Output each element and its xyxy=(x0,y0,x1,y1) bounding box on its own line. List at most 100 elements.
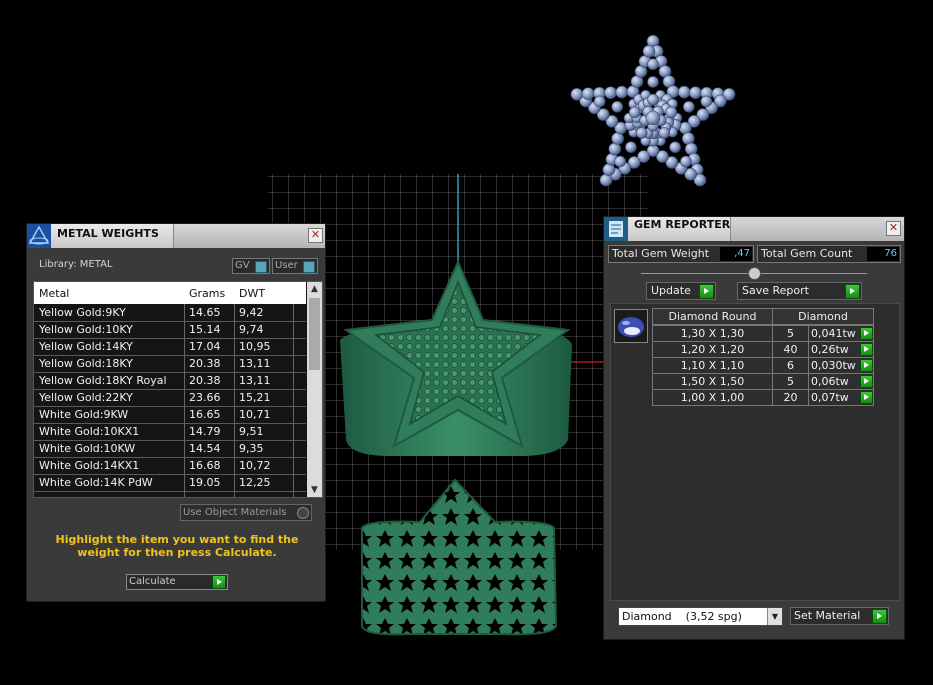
gem-reporter-titlebar[interactable]: GEM REPORTER ✕ xyxy=(604,217,904,241)
gem-stone xyxy=(642,44,656,58)
cell-dwt: 10,72 xyxy=(239,459,271,472)
row-divider xyxy=(34,491,306,492)
gem-cell-count: 5 xyxy=(772,373,809,390)
cell-metal: White Gold:10KW xyxy=(39,442,136,455)
table-row[interactable]: White Gold:9KW 16.65 10,71 xyxy=(34,407,306,423)
gem-cell-count: 5 xyxy=(772,325,809,342)
column-header-shape: Diamond Round xyxy=(652,308,773,325)
table-row[interactable]: Yellow Gold:22KY 23.66 15,21 xyxy=(34,390,306,406)
panel-title: GEM REPORTER xyxy=(634,218,731,231)
table-row[interactable]: White Gold:10KW 14.54 9,35 xyxy=(34,441,306,457)
gem-stone xyxy=(684,142,698,156)
toggle-knob-icon xyxy=(303,261,315,273)
calculate-button[interactable]: Calculate xyxy=(126,574,228,590)
material-select[interactable]: Diamond (3,52 spg) ▼ xyxy=(618,607,783,626)
gem-cell-count: 6 xyxy=(772,357,809,374)
splitter-handle[interactable] xyxy=(748,267,761,280)
cell-grams: 14.54 xyxy=(189,442,221,455)
cell-grams: 20.38 xyxy=(189,357,221,370)
select-gem-button[interactable] xyxy=(860,343,873,356)
scroll-thumb[interactable] xyxy=(309,298,320,370)
column-header-grams[interactable]: Grams xyxy=(189,287,225,300)
table-scrollbar[interactable]: ▲ ▼ xyxy=(307,282,322,497)
set-material-button[interactable]: Set Material xyxy=(790,607,889,625)
instruction-text: Highlight the item you want to find the … xyxy=(55,533,299,559)
gem-stone xyxy=(682,101,695,113)
use-object-materials-label: Use Object Materials xyxy=(183,507,287,518)
total-gem-weight-value: ,47 xyxy=(720,247,752,261)
select-gem-button[interactable] xyxy=(860,391,873,404)
cell-metal: Yellow Gold:9KY xyxy=(39,306,126,319)
close-icon: ✕ xyxy=(310,228,321,241)
user-toggle[interactable]: User xyxy=(272,258,318,274)
column-header-material: Diamond xyxy=(772,308,874,325)
update-button[interactable]: Update xyxy=(646,282,716,300)
gem-stone xyxy=(628,106,641,119)
column-header-dwt[interactable]: DWT xyxy=(239,287,265,300)
metal-weights-titlebar[interactable]: METAL WEIGHTS ✕ xyxy=(27,224,325,248)
cell-metal: Yellow Gold:14KY xyxy=(39,340,133,353)
table-row[interactable]: Yellow Gold:18KY 20.38 13,11 xyxy=(34,356,306,372)
library-label: Library: METAL xyxy=(39,259,113,270)
gem-cell-weight-text: 0,030tw xyxy=(811,359,856,372)
column-divider xyxy=(184,304,185,497)
gem-cell-weight: 0,030tw xyxy=(808,357,874,374)
save-report-button[interactable]: Save Report xyxy=(737,282,862,300)
total-gem-count-label: Total Gem Count xyxy=(761,247,853,260)
gem-cell-weight: 0,07tw xyxy=(808,389,874,406)
cell-dwt: 10,95 xyxy=(239,340,271,353)
select-gem-button[interactable] xyxy=(860,375,873,388)
table-row[interactable]: White Gold:14KX1 16.68 10,72 xyxy=(34,458,306,474)
gem-stone xyxy=(581,87,595,100)
column-divider xyxy=(234,304,235,497)
gem-stone xyxy=(700,95,713,108)
close-button[interactable]: ✕ xyxy=(308,228,323,243)
cell-dwt: 13,11 xyxy=(239,374,271,387)
table-row[interactable]: Yellow Gold:9KY 14.65 9,42 xyxy=(34,305,306,321)
pyramid-icon xyxy=(27,224,51,248)
scroll-down-icon[interactable]: ▼ xyxy=(307,483,322,497)
gem-stone xyxy=(658,127,671,139)
gem-cell-weight-text: 0,07tw xyxy=(811,391,849,404)
table-row[interactable]: Yellow Gold:10KY 15.14 9,74 xyxy=(34,322,306,338)
cell-dwt: 9,74 xyxy=(239,323,264,336)
cell-dwt: 13,11 xyxy=(239,357,271,370)
cell-grams: 15.14 xyxy=(189,323,221,336)
gem-stone xyxy=(611,132,625,145)
table-row[interactable]: Yellow Gold:14KY 17.04 10,95 xyxy=(34,339,306,355)
table-row[interactable]: Yellow Gold:18KY Royal 20.38 13,11 xyxy=(34,373,306,389)
diamond-round-thumbnail[interactable] xyxy=(614,309,648,343)
close-button[interactable]: ✕ xyxy=(886,221,901,236)
select-gem-button[interactable] xyxy=(860,327,873,340)
gem-cell-size: 1,50 X 1,50 xyxy=(652,373,773,390)
cell-metal: White Gold:14KX1 xyxy=(39,459,140,472)
table-row[interactable]: White Gold:10KX1 14.79 9,51 xyxy=(34,424,306,440)
radio-icon xyxy=(297,507,309,519)
play-arrow-icon xyxy=(699,284,714,299)
table-row[interactable]: White Gold:14K PdW 19.05 12,25 xyxy=(34,475,306,491)
gem-stone xyxy=(602,163,616,176)
use-object-materials-checkbox[interactable]: Use Object Materials xyxy=(180,504,312,521)
gem-cell-size: 1,20 X 1,20 xyxy=(652,341,773,358)
gem-cell-size: 1,00 X 1,00 xyxy=(652,389,773,406)
gv-toggle[interactable]: GV xyxy=(232,258,270,274)
gem-cell-weight-text: 0,041tw xyxy=(811,327,856,340)
gem-cell-size-text: 1,20 X 1,20 xyxy=(680,343,745,356)
column-header-metal[interactable]: Metal xyxy=(39,287,69,300)
gem-stone xyxy=(615,85,629,99)
scroll-up-icon[interactable]: ▲ xyxy=(307,282,322,296)
cell-dwt: 9,35 xyxy=(239,442,264,455)
cell-grams: 20.38 xyxy=(189,374,221,387)
metal-table[interactable]: Metal Grams DWT Yellow Gold:9KY 14.65 9,42… xyxy=(33,281,323,498)
gem-cell-count: 20 xyxy=(772,389,809,406)
select-gem-button[interactable] xyxy=(860,359,873,372)
gem-cell-size-text: 1,30 X 1,30 xyxy=(680,327,745,340)
play-arrow-icon xyxy=(845,284,860,299)
update-label: Update xyxy=(651,284,691,297)
play-arrow-icon xyxy=(212,575,226,589)
gem-stone xyxy=(645,110,661,126)
gem-list[interactable]: Diamond Round Diamond 1,30 X 1,30 5 0,041t… xyxy=(610,303,900,601)
diamond-icon xyxy=(618,317,644,337)
gem-stone xyxy=(680,155,692,168)
chevron-down-icon[interactable]: ▼ xyxy=(767,608,782,625)
